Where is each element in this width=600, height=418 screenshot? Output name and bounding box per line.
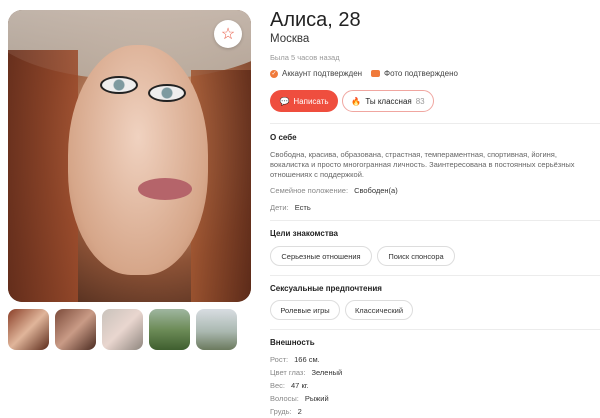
appearance-title: Внешность [270,338,315,347]
profile-name-age: Алиса, 28 [270,9,361,31]
main-profile-photo[interactable] [8,10,251,302]
goal-chip[interactable]: Серьезные отношения [270,246,372,266]
star-outline-icon: ☆ [220,26,236,43]
camera-icon [371,70,380,77]
chat-bubble-icon: 💬 [279,96,290,106]
photo-thumbnail[interactable] [196,309,237,350]
appearance-row: Вес: 47 кг. [270,381,309,390]
favorite-button[interactable]: ☆ [214,20,242,48]
preference-chip[interactable]: Классический [345,300,413,320]
goals-title: Цели знакомства [270,229,338,238]
photo-thumbnail[interactable] [8,309,49,350]
goal-chip[interactable]: Поиск спонсора [377,246,455,266]
photo-verified-badge: Фото подтверждено [371,69,458,78]
profile-city: Москва [270,33,310,45]
like-button[interactable]: 🔥 Ты классная 83 [342,90,434,112]
like-count: 83 [415,96,425,106]
divider [270,220,600,221]
preference-chip[interactable]: Ролевые игры [270,300,340,320]
about-title: О себе [270,133,297,142]
photo-thumbnails [8,309,237,350]
photo-thumbnail[interactable] [102,309,143,350]
last-seen-text: Была 5 часов назад [270,53,340,62]
photo-thumbnail[interactable] [55,309,96,350]
account-verified-badge: ✓ Аккаунт подтвержден [270,69,363,78]
divider [270,123,600,124]
appearance-row: Волосы: Рыжий [270,394,329,403]
appearance-row: Цвет глаз: Зеленый [270,368,343,377]
preferences-title: Сексуальные предпочтения [270,284,382,293]
divider [270,275,600,276]
about-text: Свободна, красива, образована, страстная… [270,150,575,179]
check-circle-icon: ✓ [270,69,278,78]
photo-thumbnail[interactable] [149,309,190,350]
divider [270,329,600,330]
kids-status: Дети: Есть [270,203,311,212]
appearance-row: Грудь: 2 [270,407,302,416]
marital-status: Семейное положение: Свободен(а) [270,186,398,195]
appearance-row: Рост: 166 см. [270,355,320,364]
flame-icon: 🔥 [351,96,362,106]
write-message-button[interactable]: 💬 Написать [270,90,338,112]
